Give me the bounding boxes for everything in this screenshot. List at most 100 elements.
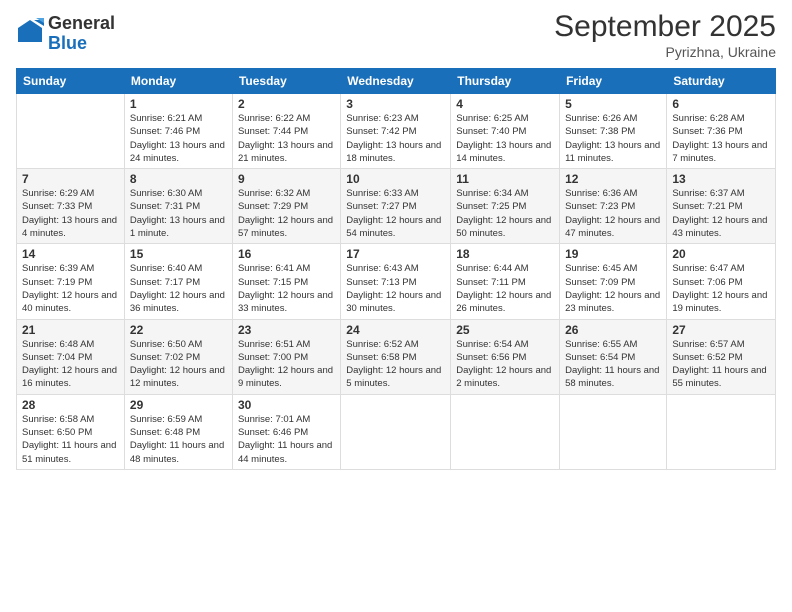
day-number: 3 bbox=[346, 97, 445, 111]
day-info: Sunrise: 6:33 AM Sunset: 7:27 PM Dayligh… bbox=[346, 187, 445, 240]
day-number: 16 bbox=[238, 247, 335, 261]
calendar-cell: 12Sunrise: 6:36 AM Sunset: 7:23 PM Dayli… bbox=[560, 169, 667, 244]
day-number: 30 bbox=[238, 398, 335, 412]
day-number: 20 bbox=[672, 247, 770, 261]
calendar-cell: 26Sunrise: 6:55 AM Sunset: 6:54 PM Dayli… bbox=[560, 319, 667, 394]
calendar-cell bbox=[341, 394, 451, 469]
day-info: Sunrise: 6:44 AM Sunset: 7:11 PM Dayligh… bbox=[456, 262, 554, 315]
calendar-cell: 30Sunrise: 7:01 AM Sunset: 6:46 PM Dayli… bbox=[232, 394, 340, 469]
calendar-week-row: 14Sunrise: 6:39 AM Sunset: 7:19 PM Dayli… bbox=[17, 244, 776, 319]
day-info: Sunrise: 6:48 AM Sunset: 7:04 PM Dayligh… bbox=[22, 338, 119, 391]
calendar-cell: 21Sunrise: 6:48 AM Sunset: 7:04 PM Dayli… bbox=[17, 319, 125, 394]
day-number: 8 bbox=[130, 172, 227, 186]
day-number: 28 bbox=[22, 398, 119, 412]
day-info: Sunrise: 6:51 AM Sunset: 7:00 PM Dayligh… bbox=[238, 338, 335, 391]
calendar-cell bbox=[17, 94, 125, 169]
calendar-cell: 24Sunrise: 6:52 AM Sunset: 6:58 PM Dayli… bbox=[341, 319, 451, 394]
day-info: Sunrise: 6:58 AM Sunset: 6:50 PM Dayligh… bbox=[22, 413, 119, 466]
day-number: 9 bbox=[238, 172, 335, 186]
day-info: Sunrise: 6:36 AM Sunset: 7:23 PM Dayligh… bbox=[565, 187, 661, 240]
day-info: Sunrise: 6:22 AM Sunset: 7:44 PM Dayligh… bbox=[238, 112, 335, 165]
day-number: 7 bbox=[22, 172, 119, 186]
day-number: 29 bbox=[130, 398, 227, 412]
calendar-week-row: 21Sunrise: 6:48 AM Sunset: 7:04 PM Dayli… bbox=[17, 319, 776, 394]
calendar-cell: 25Sunrise: 6:54 AM Sunset: 6:56 PM Dayli… bbox=[451, 319, 560, 394]
location-subtitle: Pyrizhna, Ukraine bbox=[554, 44, 776, 60]
calendar-cell: 7Sunrise: 6:29 AM Sunset: 7:33 PM Daylig… bbox=[17, 169, 125, 244]
calendar-cell: 15Sunrise: 6:40 AM Sunset: 7:17 PM Dayli… bbox=[124, 244, 232, 319]
calendar-cell: 6Sunrise: 6:28 AM Sunset: 7:36 PM Daylig… bbox=[667, 94, 776, 169]
day-info: Sunrise: 6:28 AM Sunset: 7:36 PM Dayligh… bbox=[672, 112, 770, 165]
logo-text: General Blue bbox=[48, 14, 115, 54]
day-info: Sunrise: 6:25 AM Sunset: 7:40 PM Dayligh… bbox=[456, 112, 554, 165]
day-number: 23 bbox=[238, 323, 335, 337]
day-info: Sunrise: 6:40 AM Sunset: 7:17 PM Dayligh… bbox=[130, 262, 227, 315]
calendar-table: SundayMondayTuesdayWednesdayThursdayFrid… bbox=[16, 68, 776, 470]
day-number: 11 bbox=[456, 172, 554, 186]
day-number: 18 bbox=[456, 247, 554, 261]
day-info: Sunrise: 6:26 AM Sunset: 7:38 PM Dayligh… bbox=[565, 112, 661, 165]
day-info: Sunrise: 6:29 AM Sunset: 7:33 PM Dayligh… bbox=[22, 187, 119, 240]
day-info: Sunrise: 6:21 AM Sunset: 7:46 PM Dayligh… bbox=[130, 112, 227, 165]
calendar-cell: 19Sunrise: 6:45 AM Sunset: 7:09 PM Dayli… bbox=[560, 244, 667, 319]
day-info: Sunrise: 6:52 AM Sunset: 6:58 PM Dayligh… bbox=[346, 338, 445, 391]
calendar-cell: 13Sunrise: 6:37 AM Sunset: 7:21 PM Dayli… bbox=[667, 169, 776, 244]
day-number: 21 bbox=[22, 323, 119, 337]
day-info: Sunrise: 6:39 AM Sunset: 7:19 PM Dayligh… bbox=[22, 262, 119, 315]
day-number: 26 bbox=[565, 323, 661, 337]
day-info: Sunrise: 6:59 AM Sunset: 6:48 PM Dayligh… bbox=[130, 413, 227, 466]
col-header-wednesday: Wednesday bbox=[341, 69, 451, 94]
title-block: September 2025 Pyrizhna, Ukraine bbox=[554, 10, 776, 60]
day-number: 22 bbox=[130, 323, 227, 337]
day-number: 2 bbox=[238, 97, 335, 111]
day-info: Sunrise: 6:32 AM Sunset: 7:29 PM Dayligh… bbox=[238, 187, 335, 240]
day-info: Sunrise: 6:41 AM Sunset: 7:15 PM Dayligh… bbox=[238, 262, 335, 315]
calendar-cell: 5Sunrise: 6:26 AM Sunset: 7:38 PM Daylig… bbox=[560, 94, 667, 169]
calendar-cell: 11Sunrise: 6:34 AM Sunset: 7:25 PM Dayli… bbox=[451, 169, 560, 244]
day-number: 24 bbox=[346, 323, 445, 337]
day-info: Sunrise: 6:34 AM Sunset: 7:25 PM Dayligh… bbox=[456, 187, 554, 240]
calendar-header-row: SundayMondayTuesdayWednesdayThursdayFrid… bbox=[17, 69, 776, 94]
col-header-thursday: Thursday bbox=[451, 69, 560, 94]
day-number: 17 bbox=[346, 247, 445, 261]
calendar-cell: 8Sunrise: 6:30 AM Sunset: 7:31 PM Daylig… bbox=[124, 169, 232, 244]
calendar-cell: 3Sunrise: 6:23 AM Sunset: 7:42 PM Daylig… bbox=[341, 94, 451, 169]
calendar-cell: 28Sunrise: 6:58 AM Sunset: 6:50 PM Dayli… bbox=[17, 394, 125, 469]
day-info: Sunrise: 7:01 AM Sunset: 6:46 PM Dayligh… bbox=[238, 413, 335, 466]
col-header-sunday: Sunday bbox=[17, 69, 125, 94]
calendar-week-row: 28Sunrise: 6:58 AM Sunset: 6:50 PM Dayli… bbox=[17, 394, 776, 469]
calendar-cell bbox=[451, 394, 560, 469]
day-number: 10 bbox=[346, 172, 445, 186]
calendar-cell: 18Sunrise: 6:44 AM Sunset: 7:11 PM Dayli… bbox=[451, 244, 560, 319]
day-info: Sunrise: 6:55 AM Sunset: 6:54 PM Dayligh… bbox=[565, 338, 661, 391]
calendar-cell bbox=[667, 394, 776, 469]
calendar-cell: 14Sunrise: 6:39 AM Sunset: 7:19 PM Dayli… bbox=[17, 244, 125, 319]
calendar-cell: 10Sunrise: 6:33 AM Sunset: 7:27 PM Dayli… bbox=[341, 169, 451, 244]
day-number: 14 bbox=[22, 247, 119, 261]
logo-icon bbox=[16, 18, 44, 46]
day-number: 1 bbox=[130, 97, 227, 111]
calendar-cell: 2Sunrise: 6:22 AM Sunset: 7:44 PM Daylig… bbox=[232, 94, 340, 169]
calendar-cell: 9Sunrise: 6:32 AM Sunset: 7:29 PM Daylig… bbox=[232, 169, 340, 244]
calendar-cell: 4Sunrise: 6:25 AM Sunset: 7:40 PM Daylig… bbox=[451, 94, 560, 169]
day-info: Sunrise: 6:37 AM Sunset: 7:21 PM Dayligh… bbox=[672, 187, 770, 240]
day-number: 5 bbox=[565, 97, 661, 111]
calendar-week-row: 7Sunrise: 6:29 AM Sunset: 7:33 PM Daylig… bbox=[17, 169, 776, 244]
calendar-week-row: 1Sunrise: 6:21 AM Sunset: 7:46 PM Daylig… bbox=[17, 94, 776, 169]
calendar-cell: 17Sunrise: 6:43 AM Sunset: 7:13 PM Dayli… bbox=[341, 244, 451, 319]
day-number: 15 bbox=[130, 247, 227, 261]
col-header-friday: Friday bbox=[560, 69, 667, 94]
calendar-cell: 22Sunrise: 6:50 AM Sunset: 7:02 PM Dayli… bbox=[124, 319, 232, 394]
calendar-cell: 23Sunrise: 6:51 AM Sunset: 7:00 PM Dayli… bbox=[232, 319, 340, 394]
day-number: 13 bbox=[672, 172, 770, 186]
day-info: Sunrise: 6:54 AM Sunset: 6:56 PM Dayligh… bbox=[456, 338, 554, 391]
day-info: Sunrise: 6:45 AM Sunset: 7:09 PM Dayligh… bbox=[565, 262, 661, 315]
day-info: Sunrise: 6:47 AM Sunset: 7:06 PM Dayligh… bbox=[672, 262, 770, 315]
logo-general: General bbox=[48, 14, 115, 34]
day-info: Sunrise: 6:57 AM Sunset: 6:52 PM Dayligh… bbox=[672, 338, 770, 391]
logo: General Blue bbox=[16, 14, 115, 54]
calendar-cell: 29Sunrise: 6:59 AM Sunset: 6:48 PM Dayli… bbox=[124, 394, 232, 469]
day-number: 12 bbox=[565, 172, 661, 186]
col-header-tuesday: Tuesday bbox=[232, 69, 340, 94]
month-title: September 2025 bbox=[554, 10, 776, 44]
